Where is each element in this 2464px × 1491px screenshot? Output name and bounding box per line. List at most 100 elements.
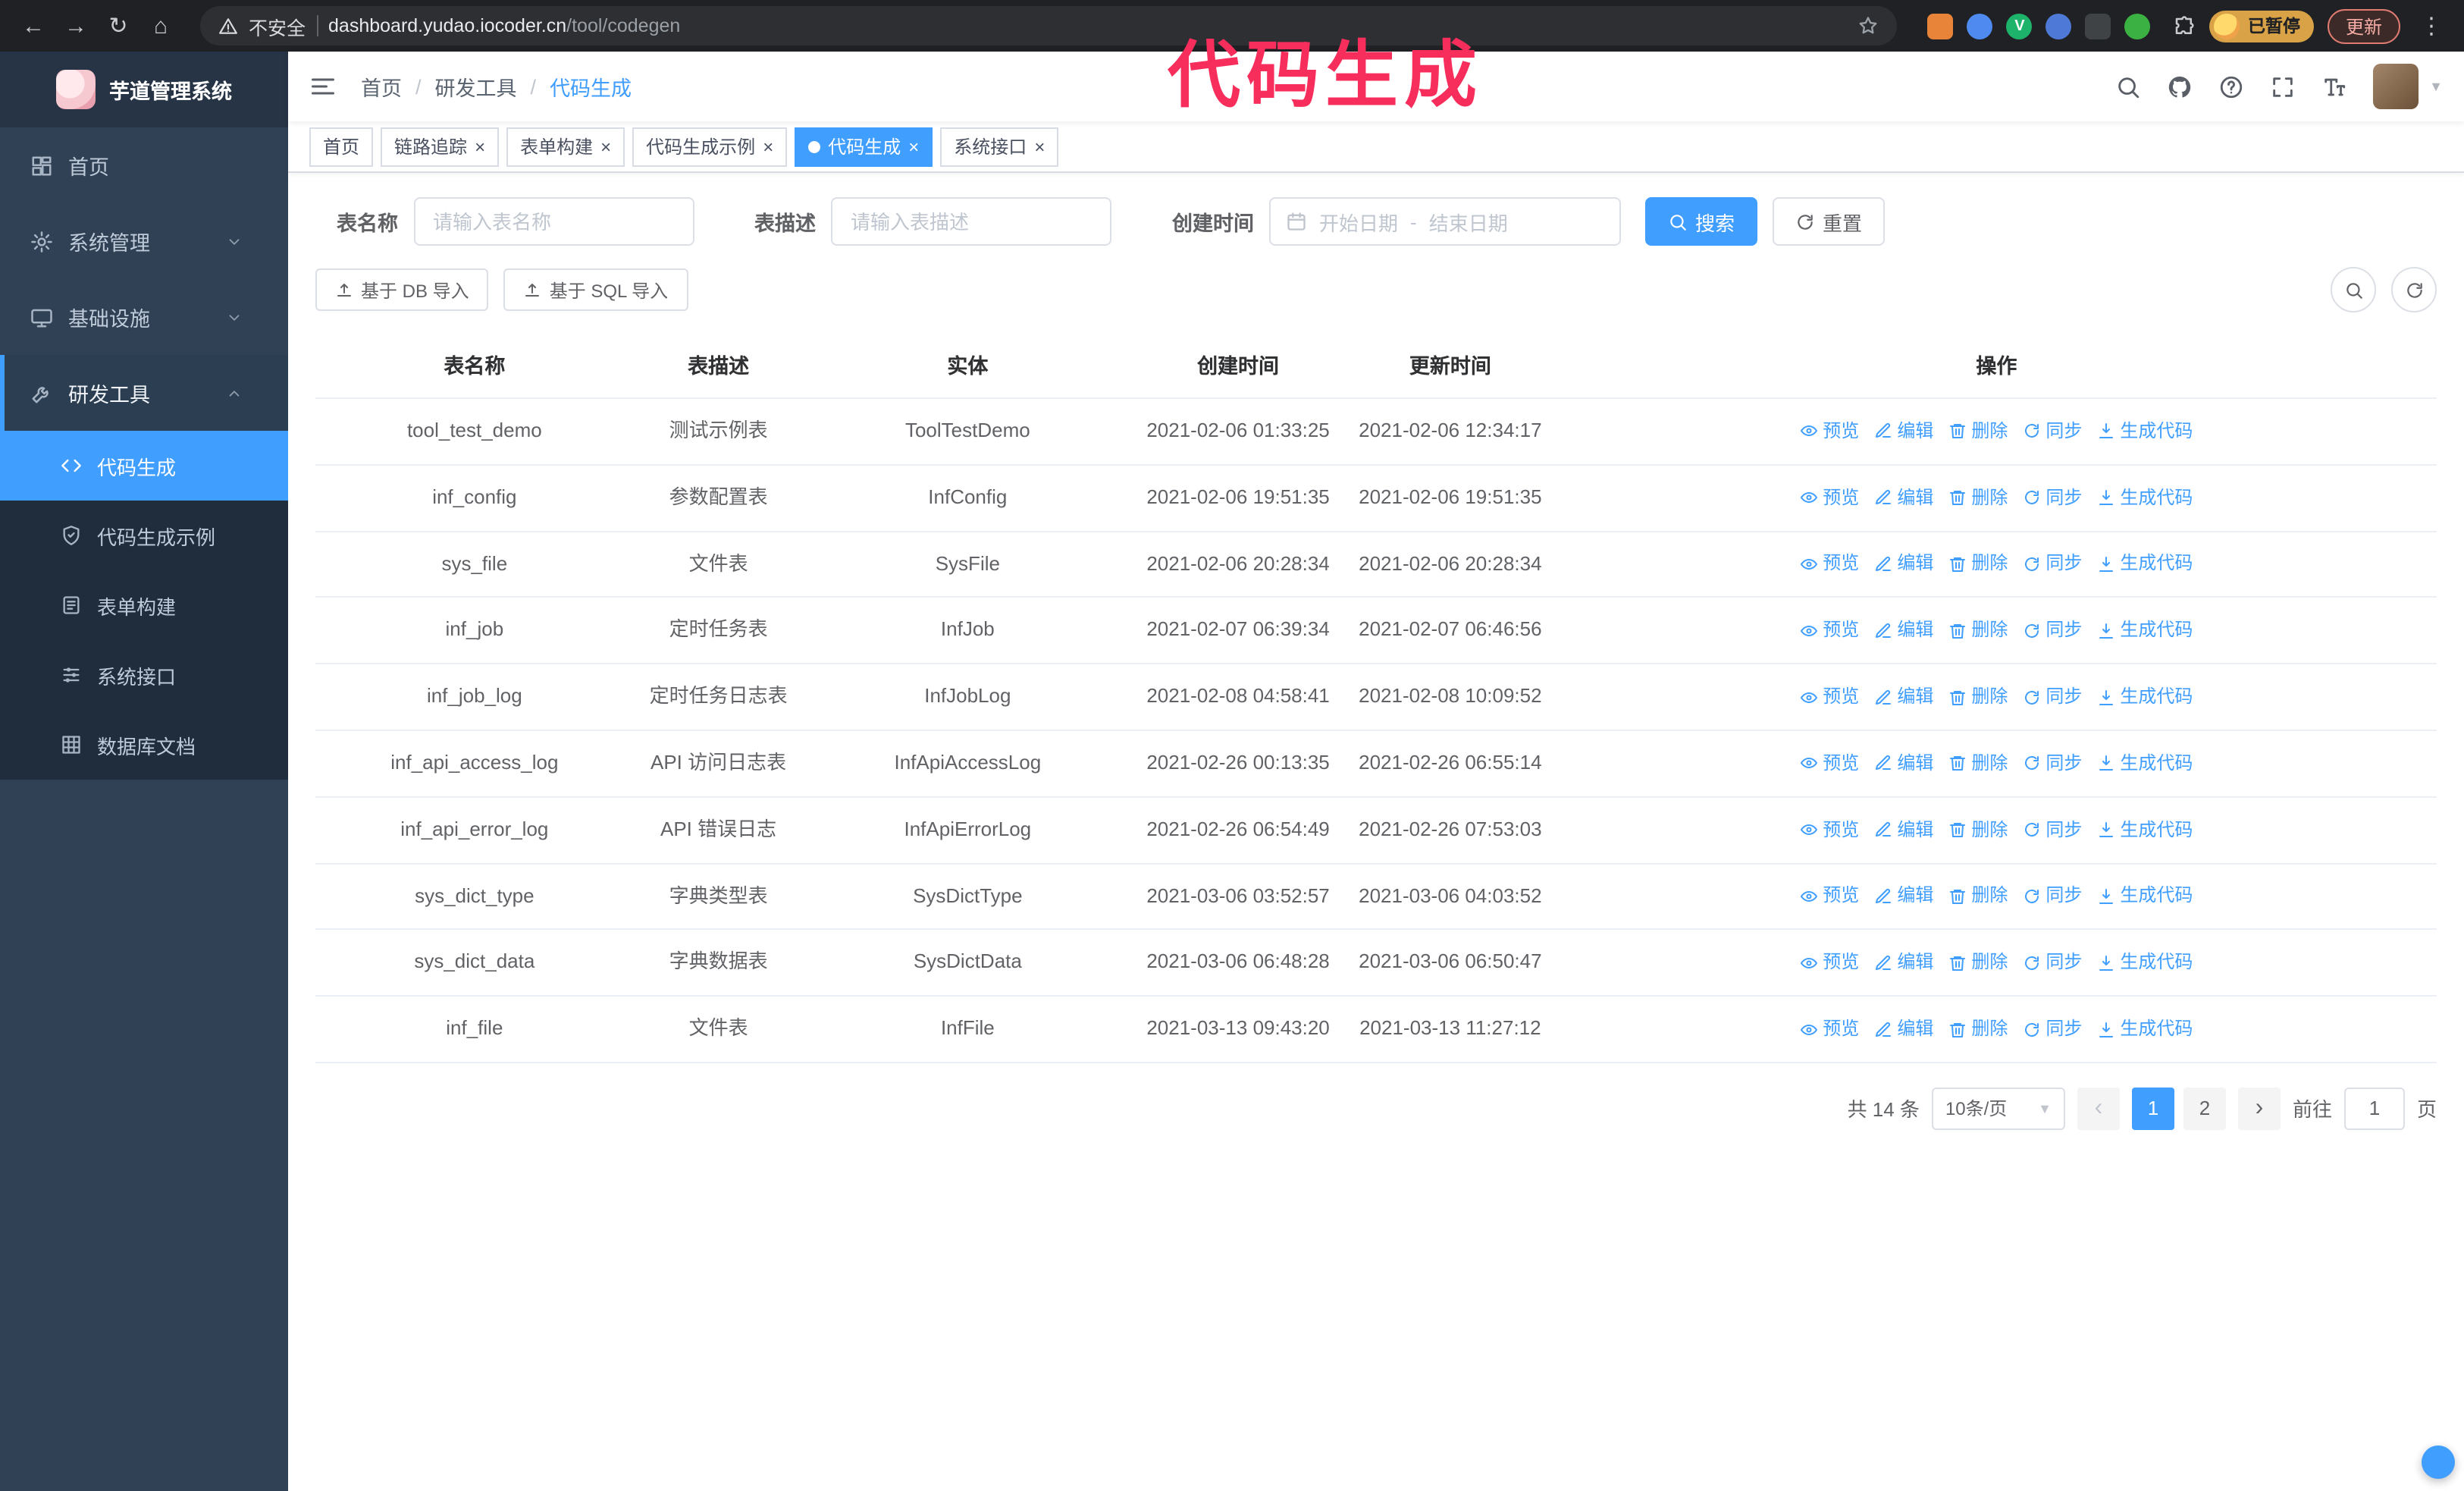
extension-green-v-icon[interactable]: V bbox=[2006, 13, 2033, 39]
extension-blue-icon[interactable] bbox=[1967, 13, 1993, 39]
tab-close-icon[interactable]: × bbox=[475, 137, 485, 155]
forward-icon[interactable]: → bbox=[58, 8, 94, 44]
row-action-preview[interactable]: 预览 bbox=[1800, 815, 1859, 844]
row-action-sync[interactable]: 同步 bbox=[2023, 1015, 2082, 1044]
sidebar-item-infra[interactable]: 基础设施 bbox=[0, 279, 288, 355]
home-icon[interactable]: ⌂ bbox=[143, 8, 179, 44]
row-action-delete[interactable]: 删除 bbox=[1948, 1015, 2008, 1044]
extension-people-icon[interactable] bbox=[2045, 13, 2072, 39]
row-action-generate[interactable]: 生成代码 bbox=[2097, 550, 2193, 579]
row-action-sync[interactable]: 同步 bbox=[2023, 550, 2082, 579]
table-name-input[interactable] bbox=[413, 197, 694, 246]
row-action-generate[interactable]: 生成代码 bbox=[2097, 882, 2193, 911]
row-action-delete[interactable]: 删除 bbox=[1948, 417, 2008, 446]
browser-menu-icon[interactable]: ⋮ bbox=[2414, 12, 2449, 39]
import-db-button[interactable]: 基于 DB 导入 bbox=[315, 268, 489, 311]
tab-close-icon[interactable]: × bbox=[908, 137, 919, 155]
row-action-edit[interactable]: 编辑 bbox=[1874, 683, 1933, 711]
sidebar-item-system[interactable]: 系统管理 bbox=[0, 203, 288, 279]
row-action-delete[interactable]: 删除 bbox=[1948, 483, 2008, 512]
row-action-preview[interactable]: 预览 bbox=[1800, 683, 1859, 711]
browser-update-button[interactable]: 更新 bbox=[2327, 8, 2400, 43]
show-search-button[interactable] bbox=[2331, 267, 2376, 312]
tab-home[interactable]: 首页 bbox=[309, 127, 374, 166]
row-action-generate[interactable]: 生成代码 bbox=[2097, 683, 2193, 711]
row-action-edit[interactable]: 编辑 bbox=[1874, 616, 1933, 645]
row-action-sync[interactable]: 同步 bbox=[2023, 417, 2082, 446]
tab-codegen-example[interactable]: 代码生成示例 × bbox=[632, 127, 788, 166]
page-button-2[interactable]: 2 bbox=[2183, 1087, 2226, 1130]
row-action-preview[interactable]: 预览 bbox=[1800, 417, 1859, 446]
search-icon[interactable] bbox=[2115, 74, 2141, 99]
profile-chip[interactable]: 已暂停 bbox=[2209, 10, 2314, 42]
import-sql-button[interactable]: 基于 SQL 导入 bbox=[503, 268, 688, 311]
breadcrumb-item-0[interactable]: 首页 bbox=[361, 71, 402, 102]
row-action-edit[interactable]: 编辑 bbox=[1874, 417, 1933, 446]
fullscreen-icon[interactable] bbox=[2270, 74, 2296, 99]
row-action-generate[interactable]: 生成代码 bbox=[2097, 1015, 2193, 1044]
row-action-edit[interactable]: 编辑 bbox=[1874, 815, 1933, 844]
row-action-edit[interactable]: 编辑 bbox=[1874, 882, 1933, 911]
row-action-edit[interactable]: 编辑 bbox=[1874, 550, 1933, 579]
refresh-table-button[interactable] bbox=[2391, 267, 2437, 312]
breadcrumb-item-1[interactable]: 研发工具 bbox=[435, 71, 517, 102]
sidebar-subitem-codegen-example[interactable]: 代码生成示例 bbox=[0, 501, 288, 570]
sidebar-subitem-codegen[interactable]: 代码生成 bbox=[0, 431, 288, 501]
tab-api[interactable]: 系统接口 × bbox=[940, 127, 1059, 166]
row-action-preview[interactable]: 预览 bbox=[1800, 882, 1859, 911]
row-action-generate[interactable]: 生成代码 bbox=[2097, 948, 2193, 977]
extensions-puzzle-icon[interactable] bbox=[2174, 14, 2196, 37]
row-action-edit[interactable]: 编辑 bbox=[1874, 948, 1933, 977]
extension-orange-icon[interactable] bbox=[1927, 13, 1954, 39]
avatar-caret-icon[interactable]: ▼ bbox=[2429, 79, 2443, 94]
table-desc-input[interactable] bbox=[831, 197, 1111, 246]
row-action-generate[interactable]: 生成代码 bbox=[2097, 749, 2193, 778]
tab-close-icon[interactable]: × bbox=[1034, 137, 1045, 155]
tab-form-builder[interactable]: 表单构建 × bbox=[506, 127, 625, 166]
sidebar-subitem-api[interactable]: 系统接口 bbox=[0, 640, 288, 710]
row-action-delete[interactable]: 删除 bbox=[1948, 815, 2008, 844]
address-bar[interactable]: 不安全 dashboard.yudao.iocoder.cn/tool/code… bbox=[200, 6, 1898, 46]
help-icon[interactable] bbox=[2218, 74, 2244, 99]
tab-codegen[interactable]: 代码生成 × bbox=[795, 127, 933, 166]
extension-dark-icon[interactable] bbox=[2085, 13, 2111, 39]
row-action-edit[interactable]: 编辑 bbox=[1874, 749, 1933, 778]
page-size-select[interactable]: 10条/页 ▼ bbox=[1931, 1087, 2065, 1130]
back-icon[interactable]: ← bbox=[15, 8, 52, 44]
row-action-preview[interactable]: 预览 bbox=[1800, 948, 1859, 977]
tab-close-icon[interactable]: × bbox=[600, 137, 611, 155]
row-action-preview[interactable]: 预览 bbox=[1800, 616, 1859, 645]
font-size-icon[interactable] bbox=[2321, 74, 2347, 99]
row-action-sync[interactable]: 同步 bbox=[2023, 815, 2082, 844]
reset-button[interactable]: 重置 bbox=[1773, 197, 1886, 246]
row-action-generate[interactable]: 生成代码 bbox=[2097, 815, 2193, 844]
row-action-sync[interactable]: 同步 bbox=[2023, 948, 2082, 977]
row-action-preview[interactable]: 预览 bbox=[1800, 749, 1859, 778]
row-action-delete[interactable]: 删除 bbox=[1948, 616, 2008, 645]
row-action-preview[interactable]: 预览 bbox=[1800, 550, 1859, 579]
row-action-sync[interactable]: 同步 bbox=[2023, 483, 2082, 512]
github-icon[interactable] bbox=[2167, 74, 2193, 99]
tab-trace[interactable]: 链路追踪 × bbox=[381, 127, 500, 166]
row-action-preview[interactable]: 预览 bbox=[1800, 483, 1859, 512]
user-avatar[interactable] bbox=[2373, 64, 2419, 109]
row-action-edit[interactable]: 编辑 bbox=[1874, 483, 1933, 512]
row-action-delete[interactable]: 删除 bbox=[1948, 550, 2008, 579]
row-action-delete[interactable]: 删除 bbox=[1948, 749, 2008, 778]
sidebar-item-devtools[interactable]: 研发工具 bbox=[0, 355, 288, 431]
row-action-generate[interactable]: 生成代码 bbox=[2097, 616, 2193, 645]
row-action-delete[interactable]: 删除 bbox=[1948, 683, 2008, 711]
page-button-1[interactable]: 1 bbox=[2131, 1087, 2174, 1130]
search-button[interactable]: 搜索 bbox=[1645, 197, 1758, 246]
row-action-preview[interactable]: 预览 bbox=[1800, 1015, 1859, 1044]
bookmark-star-icon[interactable] bbox=[1858, 15, 1879, 36]
row-action-sync[interactable]: 同步 bbox=[2023, 749, 2082, 778]
row-action-sync[interactable]: 同步 bbox=[2023, 683, 2082, 711]
extension-leaf-icon[interactable] bbox=[2124, 13, 2151, 39]
hamburger-icon[interactable] bbox=[309, 73, 337, 100]
sidebar-subitem-form-builder[interactable]: 表单构建 bbox=[0, 570, 288, 640]
floating-button[interactable] bbox=[2422, 1445, 2455, 1479]
row-action-delete[interactable]: 删除 bbox=[1948, 948, 2008, 977]
next-page-button[interactable]: › bbox=[2237, 1087, 2281, 1130]
row-action-sync[interactable]: 同步 bbox=[2023, 882, 2082, 911]
